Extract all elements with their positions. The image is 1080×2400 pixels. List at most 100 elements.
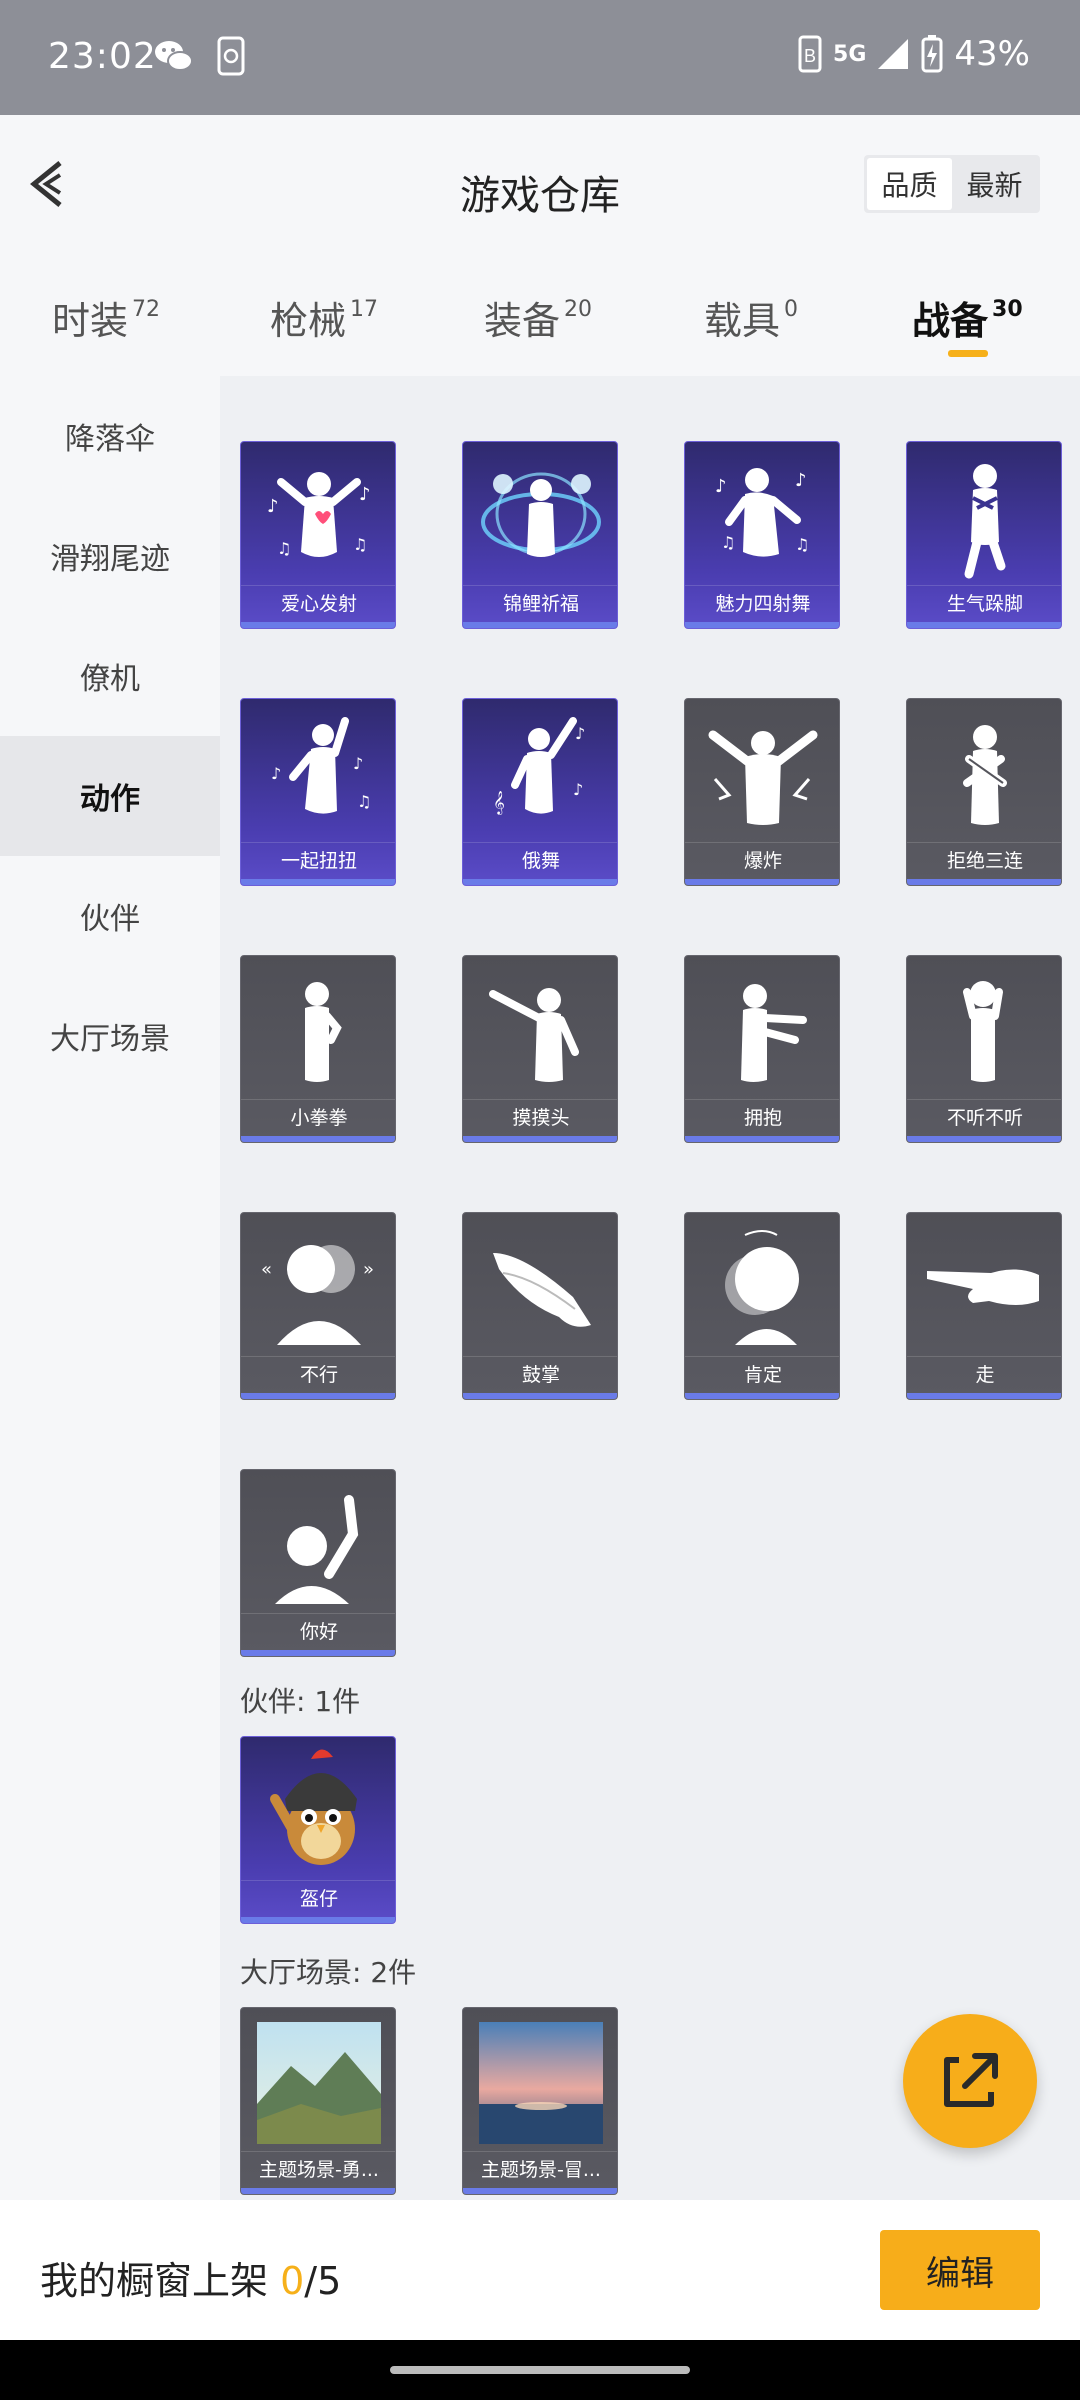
partner-section-title: 伙伴: 1件: [240, 1685, 361, 1718]
item-grid: ♪ ♪ ♫ ♫ 爱心发射 锦鲤祈福 ♪ ♪ ♫ ♫ 魅力四射舞 生气跺脚 ♪ ♪ ♫ 一起扭扭 …: [220, 376, 1080, 2200]
rarity-bar: [907, 622, 1061, 628]
rarity-bar: [241, 622, 395, 628]
item-card[interactable]: 你好: [240, 1469, 396, 1657]
rarity-bar: [463, 1136, 617, 1142]
item-card[interactable]: «» 不行: [240, 1212, 396, 1400]
item-name: 肯定: [685, 1356, 839, 1393]
svg-text:♪: ♪: [353, 754, 363, 773]
rarity-bar: [241, 1917, 395, 1923]
angry-stomp-icon: [964, 464, 1006, 579]
item-name: 一起扭扭: [241, 842, 395, 879]
tab-label: 时装: [52, 299, 129, 343]
rarity-bar: [907, 1136, 1061, 1142]
sidebar-item-wingman[interactable]: 僚机: [0, 616, 220, 736]
sidebar-item-lobby-scene[interactable]: 大厅场景: [0, 976, 220, 1096]
item-card[interactable]: 肯定: [684, 1212, 840, 1400]
item-name: 生气跺脚: [907, 585, 1061, 622]
item-name: 鼓掌: [463, 1356, 617, 1393]
rarity-bar: [463, 622, 617, 628]
svg-text:♫: ♫: [795, 535, 809, 554]
tab-battle-prep[interactable]: 战备 30: [912, 290, 1023, 357]
item-name: 魅力四射舞: [685, 585, 839, 622]
item-card[interactable]: 走: [906, 1212, 1062, 1400]
svg-text:♪: ♪: [573, 780, 583, 799]
item-name: 拒绝三连: [907, 842, 1061, 879]
svg-text:♪: ♪: [795, 470, 807, 491]
svg-text:♪: ♪: [359, 484, 371, 505]
item-name: 爆炸: [685, 842, 839, 879]
item-card[interactable]: 主题场景-冒...: [462, 2007, 618, 2195]
rarity-bar: [907, 879, 1061, 885]
showcase-current: 0: [280, 2259, 305, 2303]
item-name: 爱心发射: [241, 585, 395, 622]
item-card[interactable]: ♪ ♪ ♫ ♫ 魅力四射舞: [684, 441, 840, 629]
item-card[interactable]: 拒绝三连: [906, 698, 1062, 886]
item-card[interactable]: 拥抱: [684, 955, 840, 1143]
sidebar-item-parachute[interactable]: 降落伞: [0, 376, 220, 496]
item-name: 拥抱: [685, 1099, 839, 1136]
item-card[interactable]: ♪ ♪ ♫ ♫ 爱心发射: [240, 441, 396, 629]
item-card[interactable]: 摸摸头: [462, 955, 618, 1143]
svg-text:B: B: [804, 46, 816, 66]
tab-vehicles[interactable]: 载具 0: [704, 290, 798, 345]
sidebar-item-emotes[interactable]: 动作: [0, 736, 220, 856]
svg-text:𝄞: 𝄞: [493, 790, 505, 815]
rarity-bar: [685, 879, 839, 885]
tab-equipment[interactable]: 装备 20: [484, 290, 592, 345]
svg-text:♫: ♫: [357, 792, 371, 811]
mountain-scene-icon: [257, 2022, 381, 2144]
sort-quality-button[interactable]: 品质: [867, 158, 952, 210]
item-card[interactable]: 爆炸: [684, 698, 840, 886]
svg-text:♪: ♪: [271, 764, 281, 783]
item-name: 锦鲤祈福: [463, 585, 617, 622]
item-card[interactable]: 不听不听: [906, 955, 1062, 1143]
tab-count: 30: [992, 297, 1023, 322]
svg-text:♪: ♪: [575, 724, 585, 743]
hug-icon: [741, 984, 807, 1082]
sort-toggle[interactable]: 品质 最新: [864, 155, 1040, 213]
sea-scene-icon: [479, 2022, 603, 2144]
item-card[interactable]: 小拳拳: [240, 955, 396, 1143]
item-card[interactable]: 𝄞 ♪ ♪ 俄舞: [462, 698, 618, 886]
tab-guns[interactable]: 枪械 17: [270, 290, 378, 345]
tab-label: 载具: [704, 299, 781, 343]
rarity-bar: [241, 2188, 395, 2194]
active-tab-indicator: [948, 350, 988, 357]
point-go-icon: [927, 1269, 1039, 1305]
little-fist-icon: [305, 982, 342, 1082]
svg-text:♫: ♫: [277, 539, 291, 558]
item-card[interactable]: ♪ ♪ ♫ 一起扭扭: [240, 698, 396, 886]
sort-latest-button[interactable]: 最新: [952, 158, 1037, 210]
share-button[interactable]: [903, 2014, 1037, 2148]
rarity-bar: [463, 2188, 617, 2194]
item-card[interactable]: 生气跺脚: [906, 441, 1062, 629]
item-name: 不听不听: [907, 1099, 1061, 1136]
sidebar: 降落伞 滑翔尾迹 僚机 动作 伙伴 大厅场景: [0, 376, 220, 2200]
item-name: 走: [907, 1356, 1061, 1393]
item-card[interactable]: 鼓掌: [462, 1212, 618, 1400]
svg-text:»: »: [363, 1259, 374, 1280]
rarity-bar: [463, 1393, 617, 1399]
cover-ears-icon: [963, 981, 1003, 1082]
tab-fashion[interactable]: 时装 72: [52, 290, 160, 345]
showcase-label: 我的橱窗上架 0/5: [40, 2250, 341, 2305]
item-name: 俄舞: [463, 842, 617, 879]
rarity-bar: [685, 1136, 839, 1142]
russian-dance-icon: 𝄞 ♪ ♪: [493, 717, 585, 815]
item-card[interactable]: 主题场景-勇...: [240, 2007, 396, 2195]
showcase-total: /5: [304, 2259, 342, 2303]
item-card[interactable]: 盔仔: [240, 1736, 396, 1924]
svg-text:♪: ♪: [715, 476, 727, 497]
rarity-bar: [463, 879, 617, 885]
home-gesture-handle[interactable]: [390, 2366, 690, 2374]
item-card[interactable]: 锦鲤祈福: [462, 441, 618, 629]
battery-icon: [921, 35, 943, 73]
tab-count: 0: [784, 297, 799, 322]
edit-button[interactable]: 编辑: [880, 2230, 1040, 2310]
rarity-bar: [241, 1650, 395, 1656]
showcase-text: 我的橱窗上架: [40, 2259, 269, 2303]
sidebar-item-partner[interactable]: 伙伴: [0, 856, 220, 976]
sidebar-item-glide-trail[interactable]: 滑翔尾迹: [0, 496, 220, 616]
item-name: 不行: [241, 1356, 395, 1393]
koi-blessing-icon: [481, 472, 601, 557]
